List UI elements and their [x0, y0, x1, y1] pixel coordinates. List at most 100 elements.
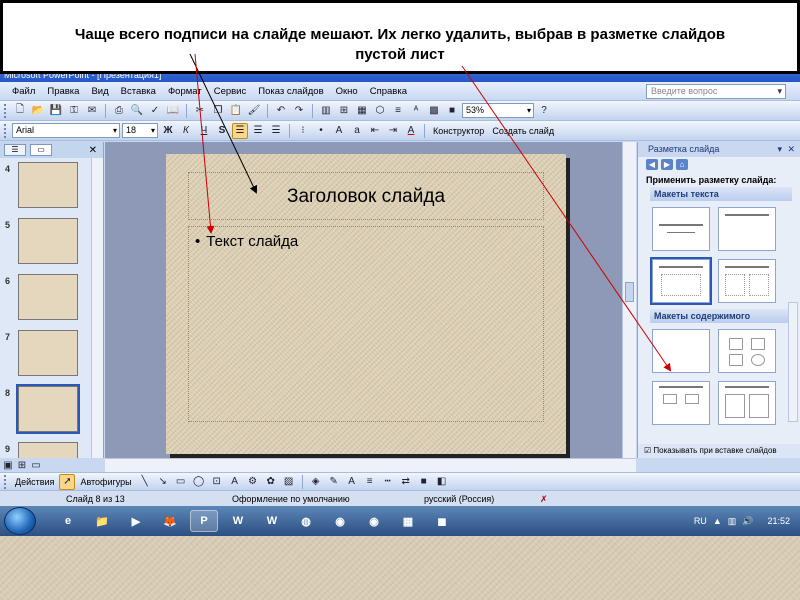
insert-diagram-icon[interactable]: ⬡ [372, 103, 388, 119]
diagram-icon[interactable]: ⚙ [245, 474, 261, 490]
menu-help[interactable]: Справка [364, 86, 413, 97]
color-icon[interactable]: ■ [444, 103, 460, 119]
align-right-icon[interactable]: ☰ [268, 123, 284, 139]
autoshapes-menu[interactable]: Автофигуры [77, 477, 134, 487]
back-icon[interactable]: ◀ [646, 158, 658, 170]
print-preview-icon[interactable]: 🔍 [129, 103, 145, 119]
slide-canvas[interactable]: Заголовок слайда • Текст слайда [166, 154, 566, 454]
help-search-input[interactable]: Введите вопрос ▾ [646, 84, 786, 99]
print-icon[interactable]: ⎙ [111, 103, 127, 119]
font-color-icon[interactable]: A [403, 123, 419, 139]
powerpoint-taskbar-icon[interactable]: P [190, 510, 218, 532]
new-document-icon[interactable]: 🗋 [12, 103, 28, 119]
thumbnail-slide-5[interactable]: 5 [0, 218, 92, 268]
cut-icon[interactable]: ✂ [192, 103, 208, 119]
rectangle-icon[interactable]: ▭ [173, 474, 189, 490]
home-icon[interactable]: ⌂ [676, 158, 688, 170]
green-app-icon[interactable]: ◍ [292, 510, 320, 532]
menu-file[interactable]: Файл [6, 86, 41, 97]
horizontal-scrollbar[interactable] [105, 458, 636, 472]
font-size-select[interactable]: 18 ▾ [122, 123, 158, 138]
firefox-icon[interactable]: 🦊 [156, 510, 184, 532]
font-select[interactable]: Arial ▾ [12, 123, 120, 138]
spelling-icon[interactable]: ✓ [147, 103, 163, 119]
chevron-down-icon[interactable]: ▾ [777, 142, 782, 157]
clock[interactable]: 21:52 [767, 516, 790, 526]
decrease-font-icon[interactable]: a [349, 123, 365, 139]
grayscale-icon[interactable]: ▩ [426, 103, 442, 119]
menu-window[interactable]: Окно [330, 86, 364, 97]
tables-borders-icon[interactable]: ▦ [354, 103, 370, 119]
tab-slides[interactable]: ▭ [30, 144, 52, 156]
clipart-icon[interactable]: ✿ [263, 474, 279, 490]
layout-title-and-content[interactable] [652, 381, 710, 425]
decrease-indent-icon[interactable]: ⇤ [367, 123, 383, 139]
thumbnail-slide-7[interactable]: 7 [0, 330, 92, 380]
network-icon[interactable]: ▥ [728, 516, 737, 527]
layout-two-columns-text[interactable] [718, 259, 776, 303]
thumbnail-slide-4[interactable]: 4 [0, 162, 92, 212]
increase-indent-icon[interactable]: ⇥ [385, 123, 401, 139]
menu-edit[interactable]: Правка [41, 86, 85, 97]
chrome-icon[interactable]: ◉ [326, 510, 354, 532]
shadow-style-icon[interactable]: ■ [416, 474, 432, 490]
sorter-view-icon[interactable]: ⊞ [16, 459, 28, 471]
chrome-icon-2[interactable]: ◉ [360, 510, 388, 532]
help-icon[interactable]: ? [536, 103, 552, 119]
word-doc-icon[interactable]: W [224, 510, 252, 532]
slideshow-view-icon[interactable]: ▭ [30, 459, 42, 471]
copy-icon[interactable]: ❐ [210, 103, 226, 119]
normal-view-icon[interactable]: ▣ [2, 459, 14, 471]
3d-style-icon[interactable]: ◧ [434, 474, 450, 490]
italic-button[interactable]: К [178, 123, 194, 139]
numbering-icon[interactable]: ⁝ [295, 123, 311, 139]
menu-format[interactable]: Формат [162, 86, 208, 97]
show-on-insert-option[interactable]: ☑ Показывать при вставке слайдов [638, 444, 800, 458]
layout-title-and-two-content[interactable] [718, 381, 776, 425]
shadow-button[interactable]: S [214, 123, 230, 139]
tab-outline[interactable]: ☰ [4, 144, 26, 156]
menu-view[interactable]: Вид [85, 86, 114, 97]
toolbar-grip[interactable] [4, 103, 7, 118]
undo-icon[interactable]: ↶ [273, 103, 289, 119]
email-icon[interactable]: ✉ [84, 103, 100, 119]
red-app-icon[interactable]: ◼ [428, 510, 456, 532]
paste-icon[interactable]: 📋 [228, 103, 244, 119]
layout-title-slide[interactable] [652, 207, 710, 251]
wordart-icon[interactable]: A [227, 474, 243, 490]
save-icon[interactable]: 💾 [48, 103, 64, 119]
title-placeholder[interactable]: Заголовок слайда [188, 172, 544, 220]
start-button[interactable] [4, 507, 36, 535]
thumbnail-scrollbar[interactable] [91, 158, 103, 458]
zoom-select[interactable]: 53% ▾ [462, 103, 534, 118]
layout-title-and-text[interactable] [650, 257, 712, 305]
task-pane-scrollbar[interactable] [788, 302, 798, 422]
body-placeholder[interactable]: • Текст слайда [188, 226, 544, 422]
menu-insert[interactable]: Вставка [115, 86, 162, 97]
textbox-icon[interactable]: ⊡ [209, 474, 225, 490]
show-formatting-icon[interactable]: ᴬ [408, 103, 424, 119]
format-painter-icon[interactable]: 🖌 [246, 103, 262, 119]
insert-table-icon[interactable]: ⊞ [336, 103, 352, 119]
thumbnail-slide-6[interactable]: 6 [0, 274, 92, 324]
new-slide-button[interactable]: Создать слайд [489, 126, 557, 136]
thumbnail-slide-9[interactable]: 9 [0, 442, 92, 458]
toolbar-grip[interactable] [4, 474, 7, 489]
media-player-icon[interactable]: ▶ [122, 510, 150, 532]
ie-icon[interactable]: e [54, 510, 82, 532]
toolbar-grip[interactable] [4, 123, 7, 138]
image-viewer-icon[interactable]: ▦ [394, 510, 422, 532]
open-folder-icon[interactable]: 📂 [30, 103, 46, 119]
dash-style-icon[interactable]: ┅ [380, 474, 396, 490]
line-icon[interactable]: ╲ [137, 474, 153, 490]
word-icon[interactable]: W [258, 510, 286, 532]
redo-icon[interactable]: ↷ [291, 103, 307, 119]
arrow-style-icon[interactable]: ⇄ [398, 474, 414, 490]
permission-icon[interactable]: ⚿ [66, 103, 82, 119]
language-indicator[interactable]: RU [694, 516, 707, 526]
layout-blank[interactable] [652, 329, 710, 373]
thumbnail-slide-8[interactable]: 8 [0, 384, 92, 436]
underline-button[interactable]: Ч [196, 123, 212, 139]
picture-icon[interactable]: ▨ [281, 474, 297, 490]
align-left-icon[interactable]: ☰ [232, 122, 248, 139]
